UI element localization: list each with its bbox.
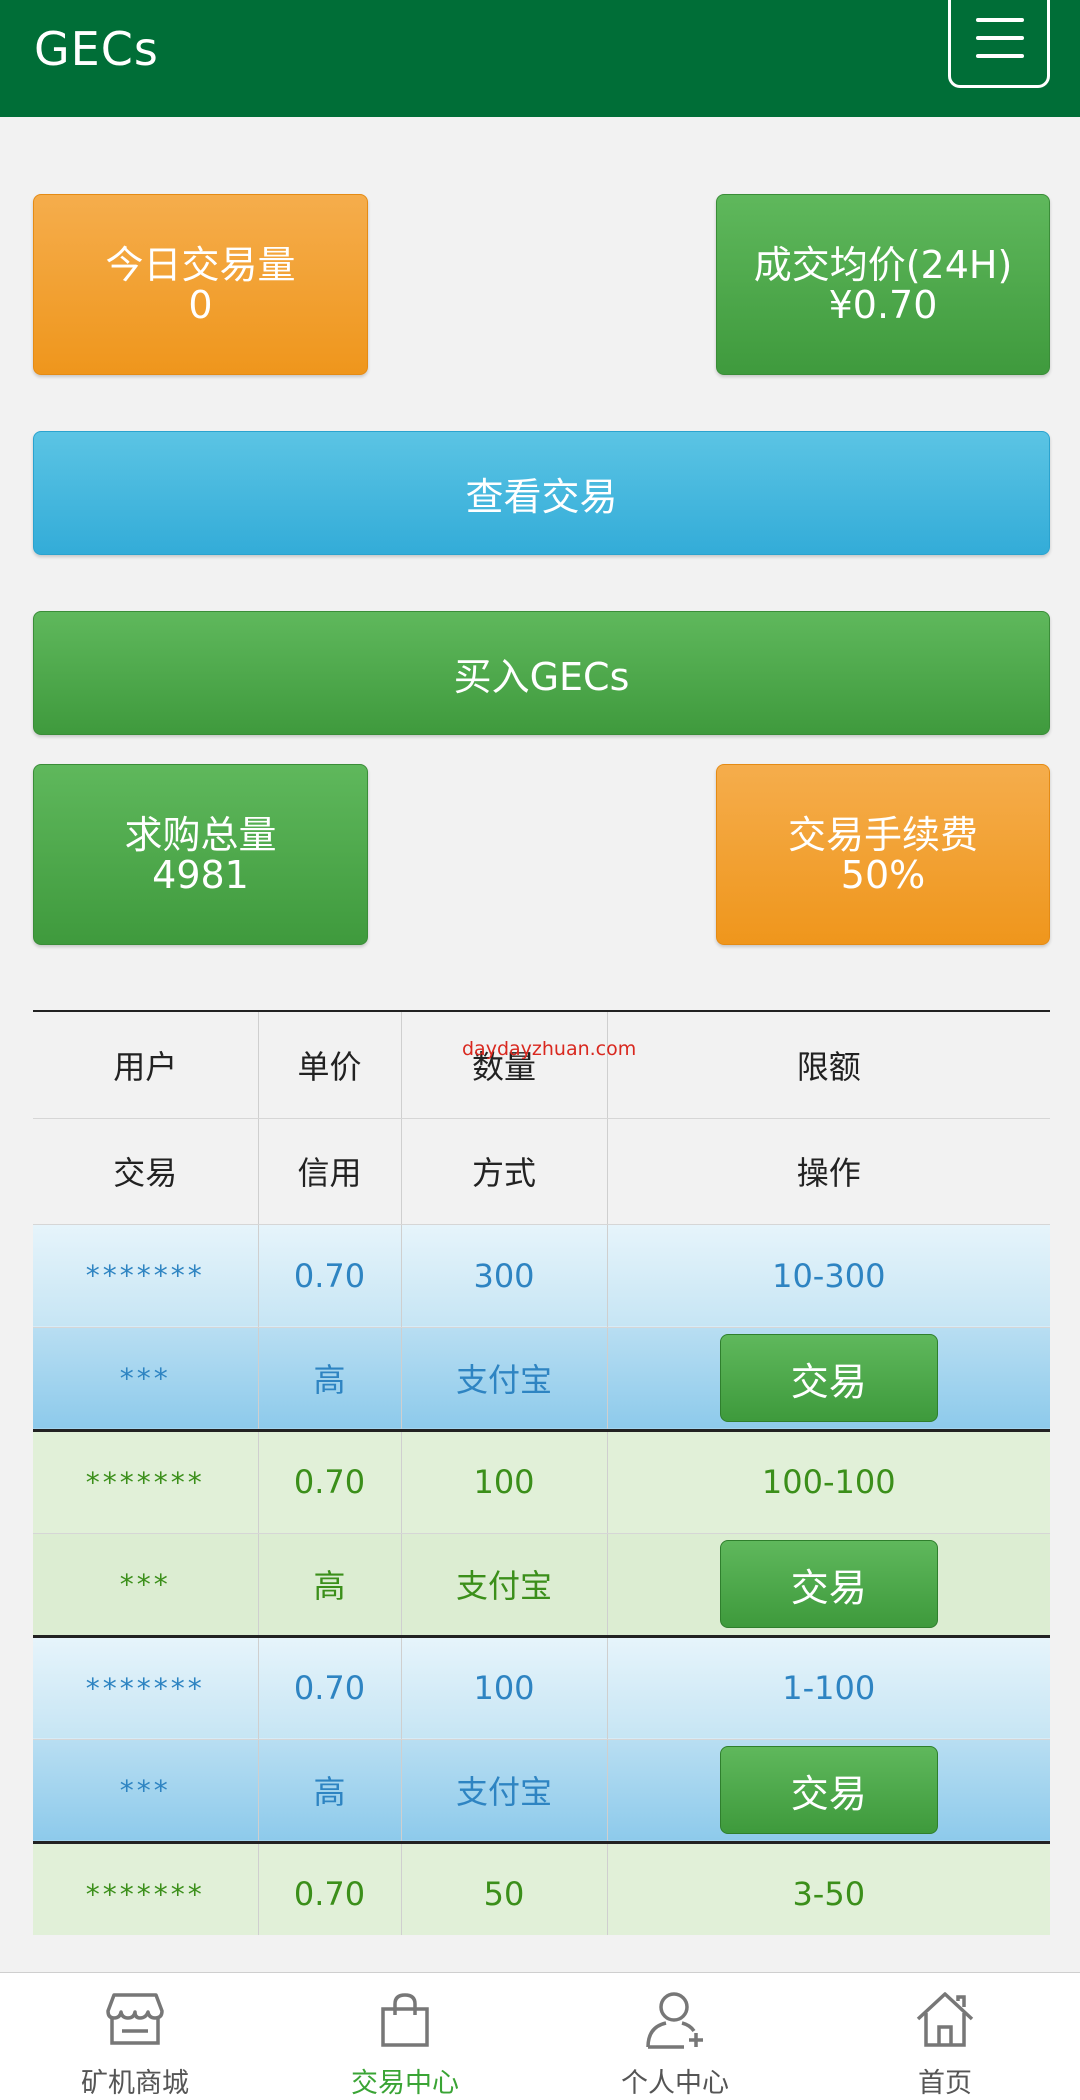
cell-limit: 1-100 xyxy=(607,1636,1050,1740)
tab-home-label: 首页 xyxy=(918,2068,972,2099)
cell-price: 0.70 xyxy=(258,1636,402,1740)
cell-trade: *** xyxy=(33,1739,259,1844)
trade-button[interactable]: 交易 xyxy=(719,1540,938,1628)
cell-credit: 高 xyxy=(258,1327,402,1432)
header-limit: 限额 xyxy=(607,1012,1050,1119)
cell-qty: 50 xyxy=(401,1842,608,1935)
store-icon xyxy=(106,1993,164,2045)
today-volume-card: 今日交易量 0 xyxy=(33,194,368,375)
total-demand-label: 求购总量 xyxy=(124,812,277,857)
buy-gecs-button[interactable]: 买入GECs xyxy=(33,611,1050,735)
total-demand-value: 4981 xyxy=(152,852,249,897)
watermark-text: daydayzhuan.com xyxy=(462,1038,637,1060)
header-qty: 数量 xyxy=(401,1012,608,1119)
table-row: *** 高 支付宝 交易 xyxy=(33,1739,1050,1844)
cell-limit: 3-50 xyxy=(607,1842,1050,1935)
table-header-row: 用户 单价 数量 限额 xyxy=(33,1012,1050,1119)
bottom-tab-bar: 矿机商城 交易中心 个人中心 首页 xyxy=(0,1972,1080,2100)
cell-user: ******* xyxy=(33,1224,259,1328)
home-icon xyxy=(916,1992,974,2047)
tab-home[interactable]: 首页 xyxy=(810,1973,1080,2100)
today-volume-label: 今日交易量 xyxy=(105,242,296,287)
trade-button[interactable]: 交易 xyxy=(719,1334,938,1422)
today-volume-value: 0 xyxy=(188,282,213,327)
cell-qty: 300 xyxy=(401,1224,608,1328)
cell-method: 支付宝 xyxy=(401,1327,608,1432)
tab-store[interactable]: 矿机商城 xyxy=(0,1973,270,2100)
tab-store-label: 矿机商城 xyxy=(81,2068,189,2099)
table-row: *** 高 支付宝 交易 xyxy=(33,1327,1050,1432)
cell-user: ******* xyxy=(33,1636,259,1740)
cell-limit: 10-300 xyxy=(607,1224,1050,1328)
top-bar: GECs xyxy=(0,0,1080,117)
cell-method: 支付宝 xyxy=(401,1533,608,1638)
menu-button[interactable] xyxy=(948,0,1050,88)
orders-table: 用户 单价 数量 限额 交易 信用 方式 操作 ******* 0.70 300… xyxy=(33,1010,1050,1935)
avg-price-value: ¥0.70 xyxy=(828,282,938,327)
table-row: ******* 0.70 50 3-50 xyxy=(33,1842,1050,1935)
table-row: ******* 0.70 100 100-100 xyxy=(33,1430,1050,1534)
cell-trade: *** xyxy=(33,1327,259,1432)
cell-method: 支付宝 xyxy=(401,1739,608,1844)
cell-price: 0.70 xyxy=(258,1842,402,1935)
page-title: GECs xyxy=(34,22,159,76)
trade-button[interactable]: 交易 xyxy=(719,1746,938,1834)
tab-trade-center-label: 交易中心 xyxy=(351,2068,459,2099)
cell-limit: 100-100 xyxy=(607,1430,1050,1534)
avg-price-label: 成交均价(24H) xyxy=(753,242,1013,287)
header-action: 操作 xyxy=(607,1118,1050,1225)
user-add-icon xyxy=(646,1992,703,2049)
trade-fee-card: 交易手续费 50% xyxy=(716,764,1050,945)
cell-credit: 高 xyxy=(258,1533,402,1638)
header-method: 方式 xyxy=(401,1118,608,1225)
trade-fee-label: 交易手续费 xyxy=(787,812,978,857)
cell-action: 交易 xyxy=(607,1533,1050,1638)
trade-fee-value: 50% xyxy=(840,852,926,897)
table-row: ******* 0.70 100 1-100 xyxy=(33,1636,1050,1740)
cell-action: 交易 xyxy=(607,1327,1050,1432)
tab-profile-label: 个人中心 xyxy=(621,2068,729,2099)
cell-user: ******* xyxy=(33,1842,259,1935)
bag-icon xyxy=(381,1993,429,2047)
header-price: 单价 xyxy=(258,1012,402,1119)
cell-qty: 100 xyxy=(401,1430,608,1534)
header-trade: 交易 xyxy=(33,1118,259,1225)
total-demand-card: 求购总量 4981 xyxy=(33,764,368,945)
header-user: 用户 xyxy=(33,1012,259,1119)
cell-user: ******* xyxy=(33,1430,259,1534)
cell-action: 交易 xyxy=(607,1739,1050,1844)
cell-credit: 高 xyxy=(258,1739,402,1844)
table-row: ******* 0.70 300 10-300 xyxy=(33,1224,1050,1328)
cell-trade: *** xyxy=(33,1533,259,1638)
header-credit: 信用 xyxy=(258,1118,402,1225)
cell-qty: 100 xyxy=(401,1636,608,1740)
table-row: *** 高 支付宝 交易 xyxy=(33,1533,1050,1638)
cell-price: 0.70 xyxy=(258,1224,402,1328)
tab-trade-center[interactable]: 交易中心 xyxy=(270,1973,540,2100)
tab-profile[interactable]: 个人中心 xyxy=(540,1973,810,2100)
view-trades-button[interactable]: 查看交易 xyxy=(33,431,1050,555)
cell-price: 0.70 xyxy=(258,1430,402,1534)
table-header-row: 交易 信用 方式 操作 xyxy=(33,1118,1050,1225)
avg-price-card: 成交均价(24H) ¥0.70 xyxy=(716,194,1050,375)
